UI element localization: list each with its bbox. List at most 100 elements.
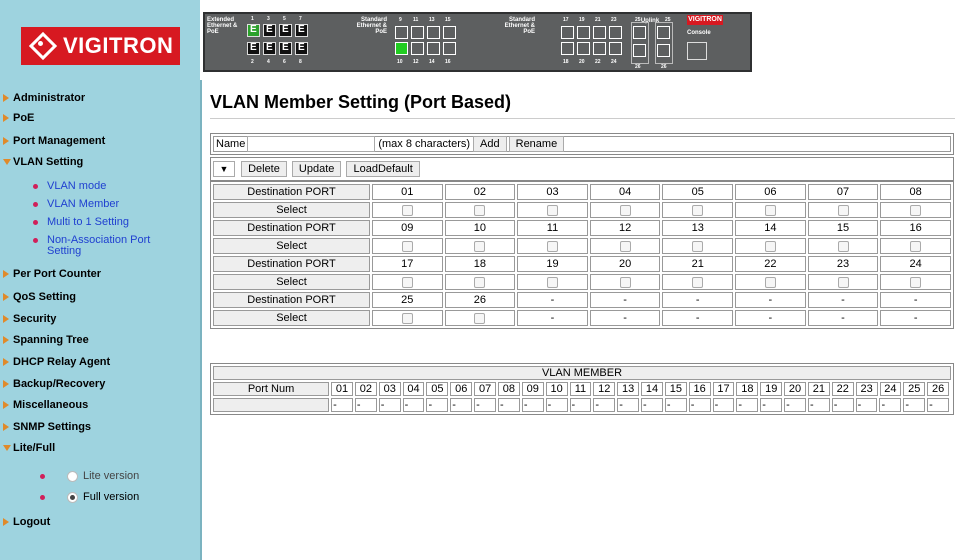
port-19-icon[interactable] [577, 26, 590, 39]
member-port-value: - [569, 398, 592, 412]
port-select-checkbox[interactable] [401, 276, 413, 288]
port-1-icon[interactable] [247, 24, 260, 37]
sidebar-item-per-port-counter[interactable]: Per Port Counter [0, 265, 101, 283]
port-6-icon[interactable] [279, 42, 292, 55]
sidebar-item-dhcp-relay[interactable]: DHCP Relay Agent [0, 353, 110, 371]
sidebar-item-administrator[interactable]: Administrator [0, 89, 85, 107]
select-cell [662, 202, 734, 218]
sidebar-item-label: DHCP Relay Agent [13, 356, 111, 368]
port-15-icon[interactable] [443, 26, 456, 39]
port-24-icon[interactable] [609, 42, 622, 55]
port-11-icon[interactable] [411, 26, 424, 39]
port-select-checkbox[interactable] [619, 204, 631, 216]
port-2-icon[interactable] [247, 42, 260, 55]
port-select-checkbox[interactable] [910, 276, 922, 288]
port-7-icon[interactable] [295, 24, 308, 37]
sidebar-item-miscellaneous[interactable]: Miscellaneous [0, 396, 88, 414]
port-select-checkbox[interactable] [474, 276, 486, 288]
arrow-right-icon [3, 336, 9, 344]
port-select-checkbox[interactable] [401, 312, 413, 324]
port-8-icon[interactable] [295, 42, 308, 55]
add-button[interactable]: Add [473, 136, 507, 152]
port-number-cell: 06 [735, 184, 806, 200]
port-select-checkbox[interactable] [474, 312, 486, 324]
port-5-icon[interactable] [279, 24, 292, 37]
port-3-icon[interactable] [263, 24, 276, 37]
faceplate-group2-label: Standard Ethernet & PoE [356, 17, 387, 35]
port-select-checkbox[interactable] [547, 240, 559, 252]
sidebar-item-poe[interactable]: PoE [0, 109, 34, 127]
full-version-radio[interactable] [67, 491, 78, 503]
port-select-checkbox[interactable] [619, 240, 631, 252]
sidebar-item-qos-setting[interactable]: QoS Setting [0, 288, 76, 306]
port-22-icon[interactable] [593, 42, 606, 55]
member-port-number: 10 [545, 382, 568, 396]
fp-num: 12 [413, 59, 419, 65]
select-cell: - [517, 310, 588, 326]
port-23-icon[interactable] [609, 26, 622, 39]
sidebar-item-lite-full[interactable]: Lite/Full [0, 439, 55, 457]
port-select-checkbox[interactable] [547, 276, 559, 288]
sidebar-sub-non-association[interactable]: Non-Association Port Setting [33, 235, 167, 257]
port-select-checkbox[interactable] [764, 204, 776, 216]
lite-version-radio[interactable] [67, 470, 78, 482]
destination-port-label: Destination PORT [213, 184, 370, 200]
lite-version-option[interactable]: Lite version [40, 470, 139, 482]
sidebar-item-backup-recovery[interactable]: Backup/Recovery [0, 375, 105, 393]
port-number-cell: 07 [807, 184, 879, 200]
vlan-select-dropdown[interactable]: ▼ [213, 161, 235, 178]
port-select-checkbox[interactable] [764, 240, 776, 252]
port-25-icon[interactable] [633, 26, 646, 39]
name-input[interactable] [247, 136, 376, 152]
full-version-option[interactable]: Full version [40, 491, 139, 503]
sidebar-item-vlan-setting[interactable]: VLAN Setting [0, 153, 83, 171]
port-select-checkbox[interactable] [837, 240, 849, 252]
port-select-checkbox[interactable] [692, 276, 704, 288]
port-select-checkbox[interactable] [910, 240, 922, 252]
port-select-checkbox[interactable] [692, 204, 704, 216]
port-select-checkbox[interactable] [764, 276, 776, 288]
port-select-checkbox[interactable] [692, 240, 704, 252]
port-26-icon[interactable] [633, 44, 646, 57]
port-13-icon[interactable] [427, 26, 440, 39]
port-select-checkbox[interactable] [474, 240, 486, 252]
update-button[interactable]: Update [291, 161, 342, 177]
port-21-icon[interactable] [593, 26, 606, 39]
port-select-checkbox[interactable] [910, 204, 922, 216]
chevron-down-icon: ▼ [219, 164, 229, 175]
sidebar-sub-multi-to-1[interactable]: Multi to 1 Setting [33, 217, 129, 228]
port-20-icon[interactable] [577, 42, 590, 55]
port-12-icon[interactable] [411, 42, 424, 55]
delete-button[interactable]: Delete [241, 161, 287, 177]
port-select-checkbox[interactable] [474, 204, 486, 216]
port-17-icon[interactable] [561, 26, 574, 39]
port-select-checkbox[interactable] [837, 276, 849, 288]
sidebar-sub-vlan-member[interactable]: VLAN Member [33, 199, 119, 210]
sidebar-item-logout[interactable]: Logout [0, 513, 50, 531]
rename-button[interactable]: Rename [508, 136, 565, 152]
sidebar-sub-vlan-mode[interactable]: VLAN mode [33, 181, 106, 192]
port-25-sfp-icon[interactable] [657, 26, 670, 39]
fp-num: 1 [251, 16, 254, 22]
port-select-checkbox[interactable] [619, 276, 631, 288]
port-select-checkbox[interactable] [547, 204, 559, 216]
port-10-icon[interactable] [395, 42, 408, 55]
port-select-checkbox[interactable] [837, 204, 849, 216]
port-26-sfp-icon[interactable] [657, 44, 670, 57]
port-16-icon[interactable] [443, 42, 456, 55]
fp-num: 26 [661, 64, 667, 70]
sidebar-item-spanning-tree[interactable]: Spanning Tree [0, 331, 89, 349]
sidebar-item-port-management[interactable]: Port Management [0, 132, 105, 150]
loaddefault-button[interactable]: LoadDefault [346, 161, 420, 177]
port-9-icon[interactable] [395, 26, 408, 39]
member-port-number: 06 [450, 382, 473, 396]
port-select-checkbox[interactable] [401, 240, 413, 252]
port-18-icon[interactable] [561, 42, 574, 55]
select-label: Select [213, 310, 370, 326]
fp-num: 6 [283, 59, 286, 65]
port-select-checkbox[interactable] [401, 204, 413, 216]
sidebar-item-security[interactable]: Security [0, 310, 56, 328]
sidebar-item-snmp-settings[interactable]: SNMP Settings [0, 418, 91, 436]
port-14-icon[interactable] [427, 42, 440, 55]
port-4-icon[interactable] [263, 42, 276, 55]
